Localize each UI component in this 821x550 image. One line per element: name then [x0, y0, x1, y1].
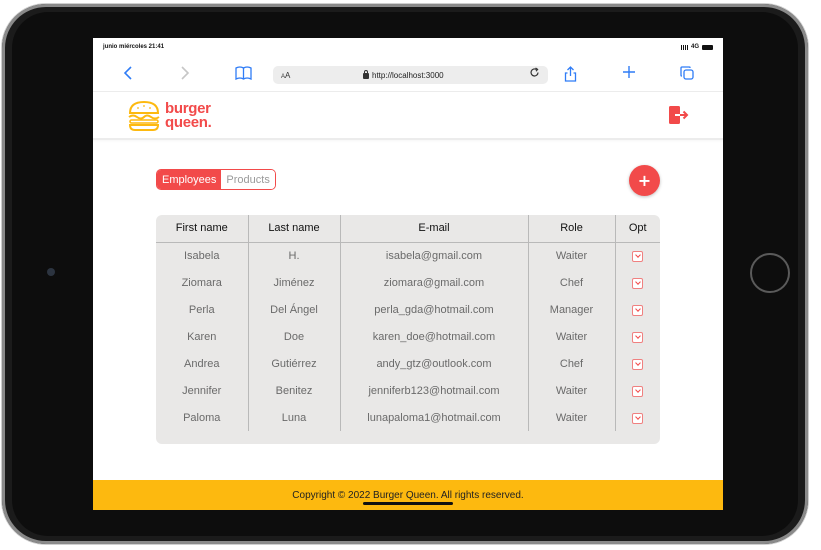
- column-header-role: Role: [528, 215, 616, 243]
- cell-last-name: H.: [248, 242, 341, 269]
- screen: junio miércoles 21:41 4G AA http://local…: [93, 38, 723, 510]
- cell-email: lunapaloma1@hotmail.com: [340, 404, 529, 431]
- status-datetime: junio miércoles 21:41: [103, 44, 165, 50]
- cell-first-name: Ziomara: [156, 269, 249, 296]
- url-display: http://localhost:3000: [363, 70, 444, 80]
- camera-lens: [47, 268, 55, 276]
- tab-products[interactable]: Products: [221, 170, 275, 189]
- logo-text-queen: queen.: [165, 114, 212, 131]
- cell-role: Manager: [528, 296, 616, 323]
- lock-icon: [363, 70, 369, 79]
- cell-first-name: Jennifer: [156, 377, 249, 404]
- cell-role: Chef: [528, 350, 616, 377]
- share-icon[interactable]: [564, 66, 577, 86]
- footer: Copyright © 2022 Burger Queen. All right…: [93, 480, 723, 510]
- cell-first-name: Paloma: [156, 404, 249, 431]
- cell-first-name: Karen: [156, 323, 249, 350]
- cell-email: andy_gtz@outlook.com: [340, 350, 529, 377]
- logout-button[interactable]: [669, 106, 689, 124]
- cell-role: Waiter: [528, 242, 616, 269]
- cell-opt: [615, 323, 660, 350]
- cell-email: karen_doe@hotmail.com: [340, 323, 529, 350]
- network-label: 4G: [690, 44, 699, 50]
- cell-role: Waiter: [528, 323, 616, 350]
- cell-last-name: Jiménez: [248, 269, 341, 296]
- cell-email: isabela@gmail.com: [340, 242, 529, 269]
- table-row: Perla Del Ángel perla_gda@hotmail.com Ma…: [156, 296, 660, 323]
- cell-opt: [615, 269, 660, 296]
- cell-first-name: Perla: [156, 296, 249, 323]
- chevron-down-icon[interactable]: [632, 304, 644, 316]
- table-row: Jennifer Benitez jenniferb123@hotmail.co…: [156, 377, 660, 404]
- tabs-icon[interactable]: [680, 66, 694, 84]
- column-header-email: E-mail: [340, 215, 529, 243]
- home-button: [750, 253, 790, 293]
- table-row: Karen Doe karen_doe@hotmail.com Waiter: [156, 323, 660, 350]
- bookmarks-icon[interactable]: [235, 66, 252, 84]
- copyright-text: Copyright © 2022 Burger Queen. All right…: [292, 489, 524, 501]
- cell-opt: [615, 296, 660, 323]
- table-row: Andrea Gutiérrez andy_gtz@outlook.com Ch…: [156, 350, 660, 377]
- forward-icon[interactable]: [180, 66, 190, 84]
- cell-opt: [615, 404, 660, 431]
- burger-icon: [128, 100, 160, 131]
- cell-first-name: Isabela: [156, 242, 249, 269]
- status-bar: junio miércoles 21:41 4G: [93, 38, 723, 56]
- cell-email: ziomara@gmail.com: [340, 269, 529, 296]
- url-text: http://localhost:3000: [372, 70, 444, 80]
- chevron-down-icon[interactable]: [632, 385, 644, 397]
- back-icon[interactable]: [123, 66, 133, 84]
- cell-first-name: Andrea: [156, 350, 249, 377]
- cell-email: perla_gda@hotmail.com: [340, 296, 529, 323]
- cell-email: jenniferb123@hotmail.com: [340, 377, 529, 404]
- chevron-down-icon[interactable]: [632, 358, 644, 370]
- chevron-down-icon[interactable]: [632, 250, 644, 262]
- battery-icon: [702, 44, 713, 50]
- tab-employees[interactable]: Employees: [157, 170, 222, 189]
- column-header-opt: Opt: [615, 215, 660, 243]
- browser-toolbar: AA http://localhost:3000: [93, 56, 723, 92]
- cell-role: Waiter: [528, 404, 616, 431]
- app-header: burger queen.: [93, 92, 723, 140]
- cell-opt: [615, 350, 660, 377]
- cell-last-name: Gutiérrez: [248, 350, 341, 377]
- status-indicators: 4G: [680, 44, 713, 50]
- logo[interactable]: burger queen.: [127, 100, 212, 132]
- table-row: Paloma Luna lunapaloma1@hotmail.com Wait…: [156, 404, 660, 431]
- chevron-down-icon[interactable]: [632, 277, 644, 289]
- cell-last-name: Del Ángel: [248, 296, 341, 323]
- column-header-last-name: Last name: [248, 215, 341, 243]
- add-employee-button[interactable]: +: [629, 165, 660, 196]
- cell-opt: [615, 377, 660, 404]
- home-indicator: [363, 502, 453, 505]
- column-header-first-name: First name: [156, 215, 249, 243]
- table-row: Ziomara Jiménez ziomara@gmail.com Chef: [156, 269, 660, 296]
- signal-icon: [680, 44, 688, 50]
- cell-opt: [615, 242, 660, 269]
- new-tab-icon[interactable]: [623, 66, 635, 82]
- cell-role: Waiter: [528, 377, 616, 404]
- logout-icon: [669, 106, 689, 124]
- cell-last-name: Luna: [248, 404, 341, 431]
- cell-last-name: Doe: [248, 323, 341, 350]
- employees-table: First name Last name E-mail Role Opt Isa…: [156, 215, 660, 444]
- reload-icon[interactable]: [529, 67, 540, 81]
- chevron-down-icon[interactable]: [632, 412, 644, 424]
- address-bar[interactable]: AA http://localhost:3000: [273, 66, 548, 84]
- cell-last-name: Benitez: [248, 377, 341, 404]
- section-tabs: Employees Products: [156, 169, 276, 190]
- table-header-row: First name Last name E-mail Role Opt: [156, 215, 660, 243]
- table-row: Isabela H. isabela@gmail.com Waiter: [156, 242, 660, 269]
- text-size-button[interactable]: AA: [281, 71, 290, 80]
- chevron-down-icon[interactable]: [632, 331, 644, 343]
- cell-role: Chef: [528, 269, 616, 296]
